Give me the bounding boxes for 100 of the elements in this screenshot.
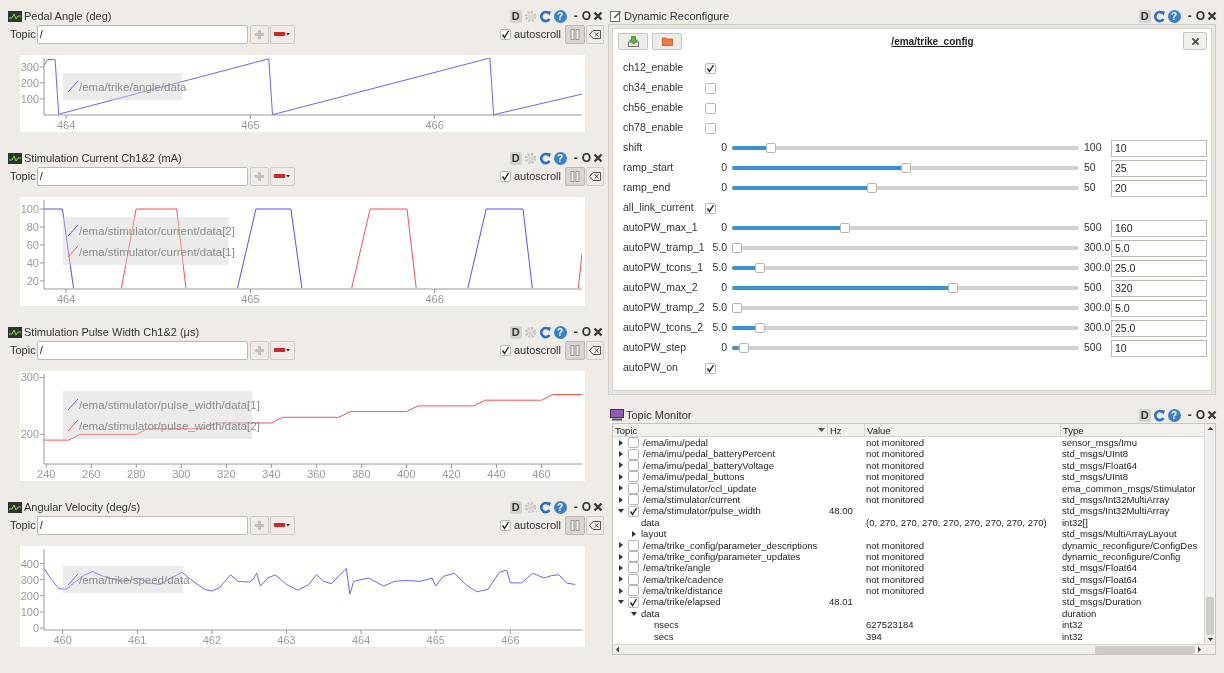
remove-button[interactable] <box>269 166 295 186</box>
float-button[interactable]: O <box>581 500 591 514</box>
topic-field[interactable]: / <box>36 166 248 186</box>
minimize-button[interactable]: - <box>1187 408 1192 422</box>
checkbox[interactable] <box>499 170 511 182</box>
reload-icon[interactable] <box>538 500 552 514</box>
slider-thumb[interactable] <box>839 223 850 233</box>
checkbox[interactable] <box>628 437 639 449</box>
checkbox[interactable] <box>705 82 716 94</box>
slider-thumb[interactable] <box>900 163 911 173</box>
checkbox[interactable] <box>628 551 639 563</box>
value-field[interactable]: 160 <box>1111 219 1207 237</box>
help-button[interactable]: ? <box>553 9 567 23</box>
checkbox[interactable] <box>499 519 511 531</box>
horizontal-scrollbar[interactable] <box>613 644 1215 654</box>
help-button[interactable]: ? <box>553 500 567 514</box>
checkbox[interactable] <box>705 62 716 74</box>
scroll-up-icon[interactable] <box>1205 424 1216 433</box>
checkbox[interactable] <box>628 585 639 597</box>
float-button[interactable]: O <box>581 151 591 165</box>
remove-button[interactable] <box>269 340 295 360</box>
expand-arrow-icon[interactable] <box>618 462 624 469</box>
value-field[interactable]: 25 <box>1111 159 1207 177</box>
topic-field[interactable]: / <box>36 340 248 360</box>
open-button[interactable] <box>652 32 682 50</box>
topic-field[interactable]: / <box>36 515 248 535</box>
dock-button[interactable]: D <box>509 325 522 339</box>
checkbox[interactable] <box>705 102 716 114</box>
clear-button[interactable] <box>586 166 604 186</box>
value-field[interactable]: 320 <box>1111 279 1207 297</box>
slider[interactable] <box>732 243 1079 253</box>
expand-arrow-icon[interactable] <box>618 576 624 583</box>
close-icon[interactable] <box>593 502 603 512</box>
close-button[interactable] <box>1183 32 1207 50</box>
expand-arrow-icon[interactable] <box>631 530 637 537</box>
reload-icon[interactable] <box>538 151 552 165</box>
checkbox[interactable] <box>705 122 716 134</box>
value-field[interactable]: 20 <box>1111 179 1207 197</box>
checkbox[interactable] <box>705 202 716 214</box>
scroll-right-icon[interactable] <box>1195 645 1204 654</box>
slider[interactable] <box>732 303 1079 313</box>
slider-thumb[interactable] <box>866 183 877 193</box>
scroll-left-icon[interactable] <box>613 645 622 654</box>
topic-field[interactable]: / <box>36 24 248 44</box>
slider[interactable] <box>732 323 1079 333</box>
expand-arrow-icon[interactable] <box>618 553 624 560</box>
expand-arrow-icon[interactable] <box>618 565 624 571</box>
expand-arrow-icon[interactable] <box>618 451 624 458</box>
checkbox[interactable] <box>628 471 639 483</box>
dock-button[interactable]: D <box>509 151 522 165</box>
slider[interactable] <box>732 223 1079 233</box>
close-icon[interactable] <box>1207 410 1217 420</box>
value-field[interactable]: 5.0 <box>1111 299 1207 317</box>
checkbox[interactable] <box>499 344 511 356</box>
collapse-arrow-icon[interactable] <box>631 610 637 617</box>
clear-button[interactable] <box>586 515 604 535</box>
scrollbar-thumb[interactable] <box>1095 645 1195 654</box>
clear-button[interactable] <box>586 340 604 360</box>
scrollbar-thumb[interactable] <box>1206 597 1214 635</box>
help-button[interactable]: ? <box>1167 408 1181 422</box>
checkbox[interactable] <box>628 505 639 517</box>
slider-thumb[interactable] <box>947 283 958 293</box>
dock-button[interactable]: D <box>509 500 522 514</box>
value-field[interactable]: 5.0 <box>1111 239 1207 257</box>
slider[interactable] <box>732 263 1079 273</box>
checkbox[interactable] <box>499 28 511 40</box>
help-button[interactable]: ? <box>553 325 567 339</box>
value-field[interactable]: 25.0 <box>1111 259 1207 277</box>
float-button[interactable]: O <box>1195 408 1205 422</box>
slider[interactable] <box>732 343 1079 353</box>
dock-button[interactable]: D <box>509 9 522 23</box>
minimize-button[interactable]: - <box>1187 9 1192 23</box>
reload-icon[interactable] <box>538 9 552 23</box>
slider[interactable] <box>732 183 1079 193</box>
slider[interactable] <box>732 143 1079 153</box>
close-icon[interactable] <box>593 11 603 21</box>
slider-thumb[interactable] <box>754 263 765 273</box>
checkbox[interactable] <box>628 539 639 551</box>
expand-arrow-icon[interactable] <box>618 439 624 446</box>
checkbox[interactable] <box>628 494 639 506</box>
vertical-scrollbar[interactable] <box>1204 424 1215 644</box>
checkbox[interactable] <box>628 562 639 574</box>
checkbox[interactable] <box>628 596 639 608</box>
expand-arrow-icon[interactable] <box>618 485 624 492</box>
value-field[interactable]: 10 <box>1111 339 1207 357</box>
checkbox[interactable] <box>628 573 639 585</box>
slider[interactable] <box>732 163 1079 173</box>
dock-button[interactable]: D <box>1138 9 1151 23</box>
close-icon[interactable] <box>593 153 603 163</box>
expand-arrow-icon[interactable] <box>618 473 624 480</box>
float-button[interactable]: O <box>581 9 591 23</box>
save-button[interactable] <box>618 32 648 50</box>
expand-arrow-icon[interactable] <box>618 496 624 503</box>
minimize-button[interactable]: - <box>573 325 578 339</box>
minimize-button[interactable]: - <box>573 500 578 514</box>
close-icon[interactable] <box>1207 11 1217 21</box>
float-button[interactable]: O <box>1195 9 1205 23</box>
minimize-button[interactable]: - <box>573 9 578 23</box>
help-button[interactable]: ? <box>1167 9 1181 23</box>
checkbox[interactable] <box>628 448 639 460</box>
